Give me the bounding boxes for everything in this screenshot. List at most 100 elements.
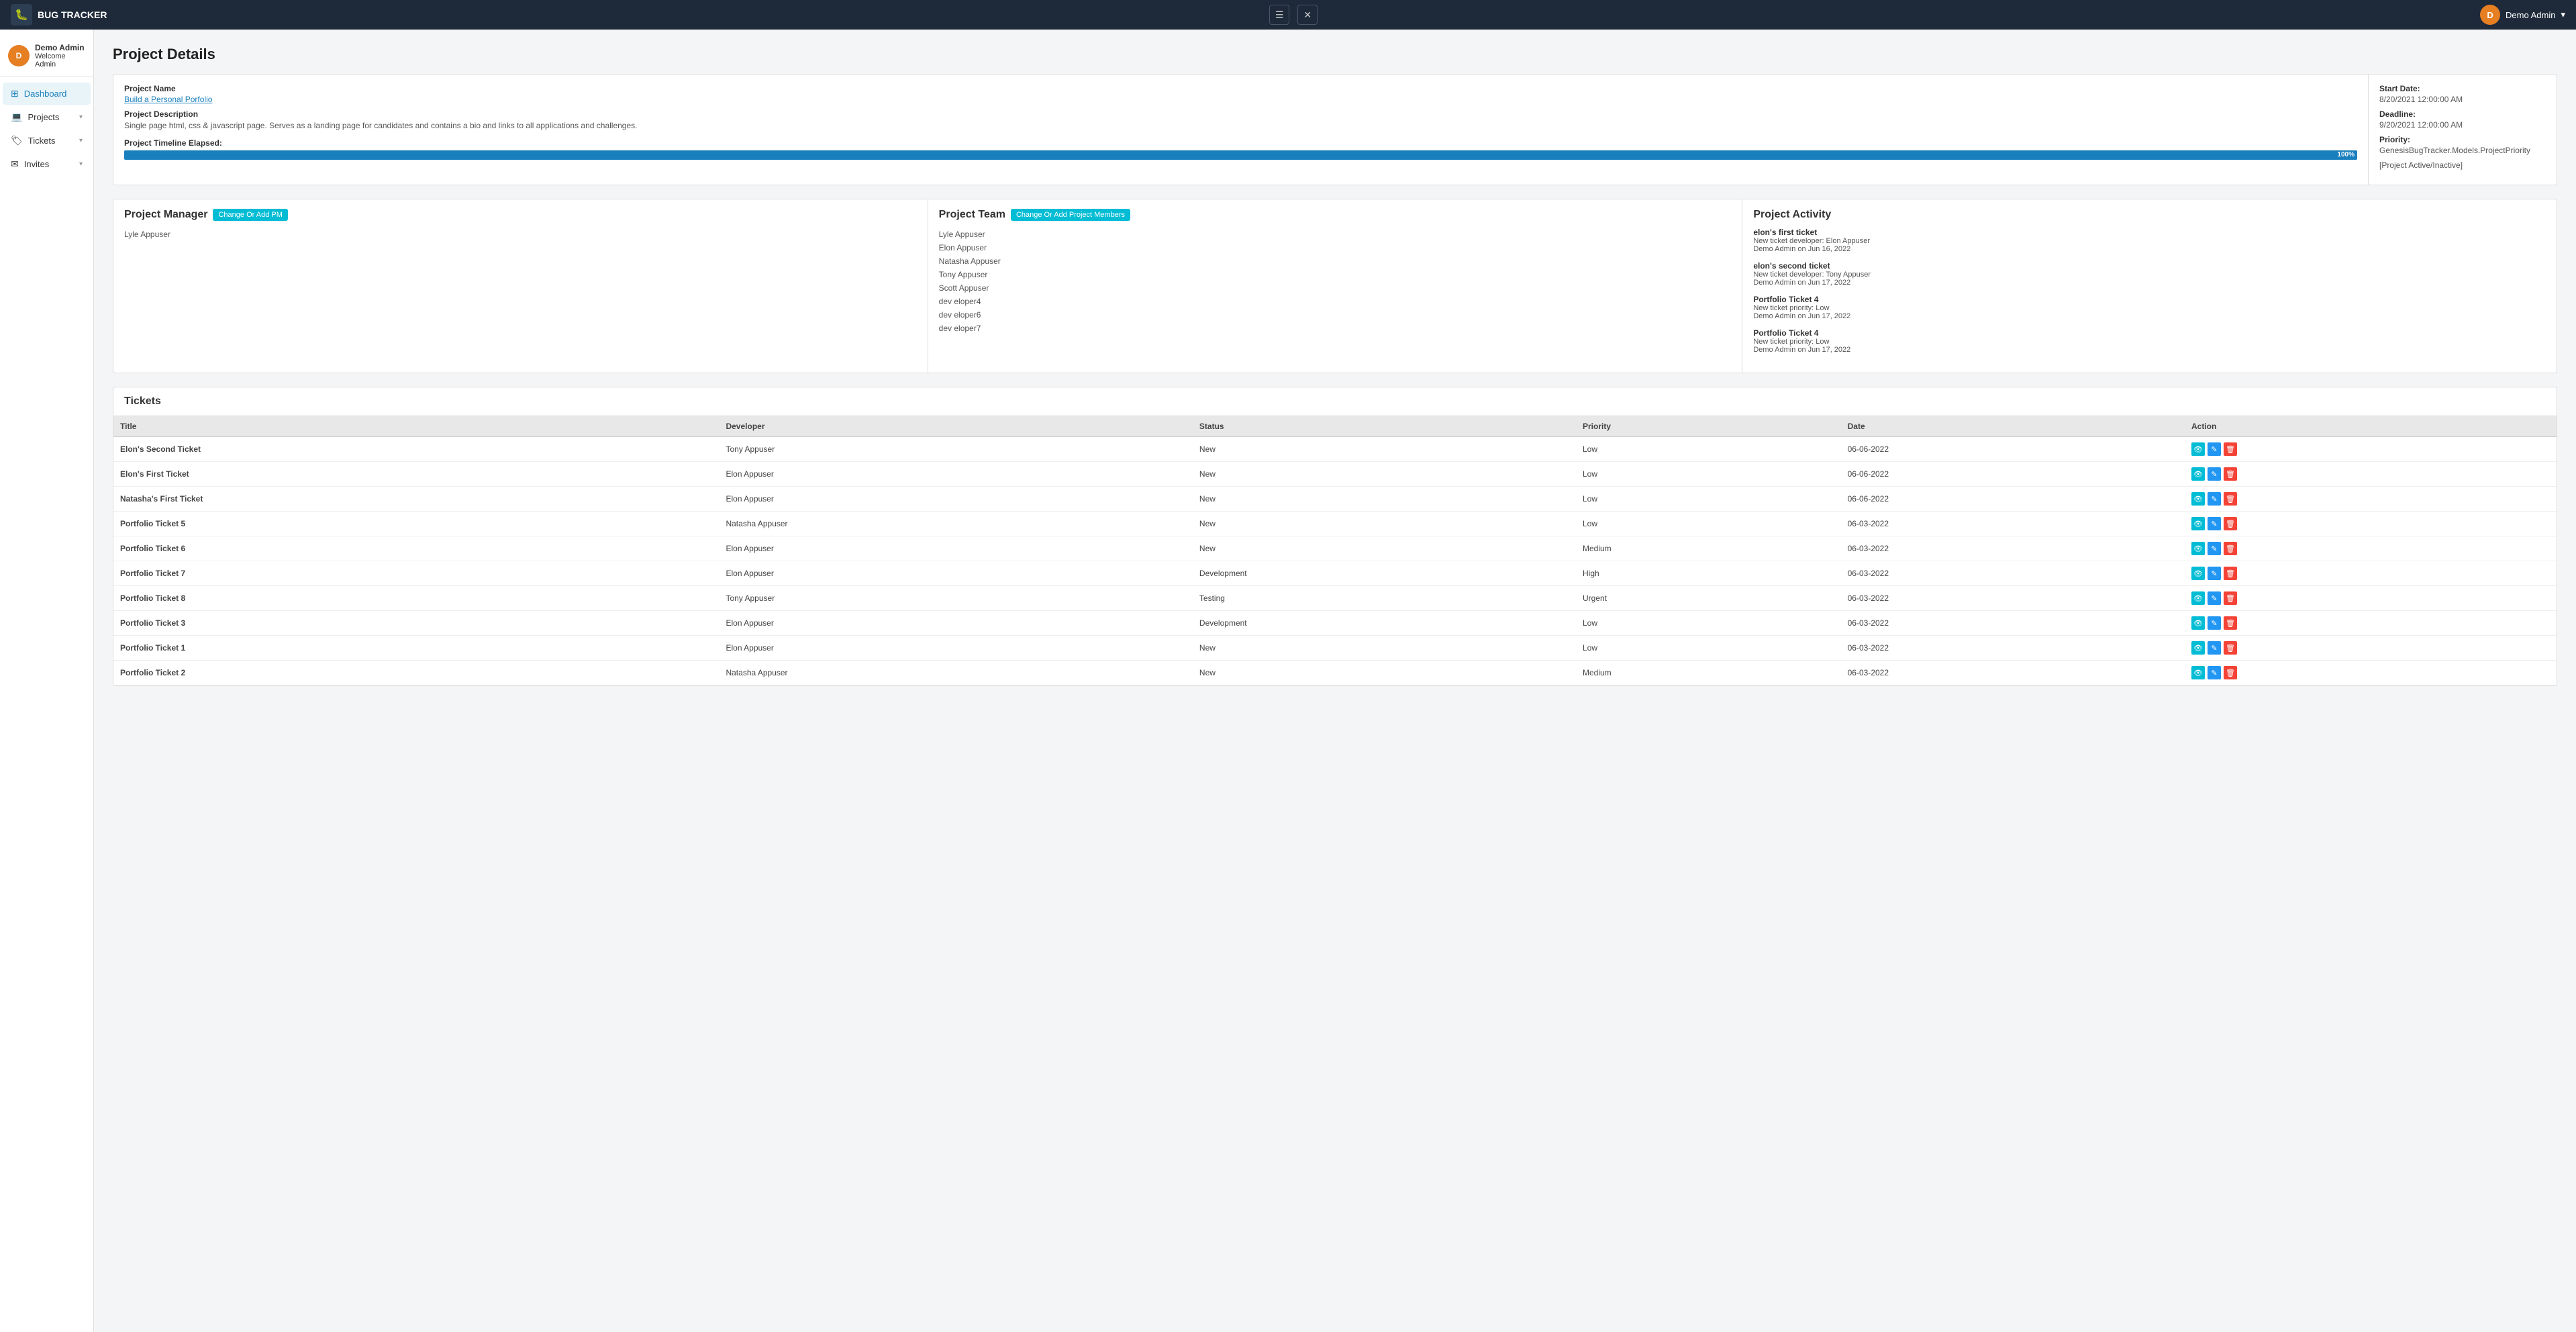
change-add-members-button[interactable]: Change Or Add Project Members	[1011, 209, 1130, 221]
edit-icon[interactable]: ✎	[2208, 591, 2221, 605]
timeline-label: Project Timeline Elapsed:	[124, 138, 2357, 148]
project-details-left: Project Name Build a Personal Porfolio P…	[113, 75, 2369, 185]
edit-icon[interactable]: ✎	[2208, 641, 2221, 655]
close-button[interactable]: ✕	[1297, 5, 1318, 25]
ticket-date: 06-06-2022	[1841, 462, 2185, 487]
sidebar-label-tickets: Tickets	[28, 136, 56, 146]
project-activity-panel: Project Activity elon's first ticketNew …	[1742, 199, 2557, 373]
projects-chevron: ▾	[79, 113, 83, 121]
top-nav-center: ☰ ✕	[1269, 5, 1318, 25]
col-date: Date	[1841, 416, 2185, 437]
top-nav: 🐛 BUG TRACKER ☰ ✕ D Demo Admin ▾	[0, 0, 2576, 30]
ticket-status: Testing	[1193, 586, 1576, 611]
ticket-date: 06-06-2022	[1841, 487, 2185, 512]
ticket-developer: Natasha Appuser	[719, 512, 1192, 536]
view-icon[interactable]: 👁	[2191, 567, 2205, 580]
ticket-actions: 👁 ✎ 🗑	[2185, 586, 2557, 611]
ticket-actions: 👁 ✎ 🗑	[2185, 661, 2557, 685]
project-desc-label: Project Description	[124, 109, 2357, 119]
tickets-chevron: ▾	[79, 137, 83, 144]
col-action: Action	[2185, 416, 2557, 437]
start-date-label: Start Date:	[2379, 84, 2546, 93]
ticket-status: New	[1193, 487, 1576, 512]
ticket-date: 06-03-2022	[1841, 586, 2185, 611]
ticket-developer: Elon Appuser	[719, 611, 1192, 636]
user-menu[interactable]: D Demo Admin ▾	[2480, 5, 2565, 25]
sidebar-profile-name: Demo Admin	[35, 43, 85, 52]
col-priority: Priority	[1576, 416, 1841, 437]
project-name-label: Project Name	[124, 84, 2357, 93]
three-col-section: Project Manager Change Or Add PM Lyle Ap…	[113, 199, 2557, 373]
edit-icon[interactable]: ✎	[2208, 442, 2221, 456]
view-icon[interactable]: 👁	[2191, 542, 2205, 555]
delete-icon[interactable]: 🗑	[2224, 492, 2237, 506]
view-icon[interactable]: 👁	[2191, 641, 2205, 655]
ticket-date: 06-03-2022	[1841, 536, 2185, 561]
change-add-pm-button[interactable]: Change Or Add PM	[213, 209, 287, 221]
edit-icon[interactable]: ✎	[2208, 492, 2221, 506]
ticket-actions: 👁 ✎ 🗑	[2185, 487, 2557, 512]
delete-icon[interactable]: 🗑	[2224, 591, 2237, 605]
edit-icon[interactable]: ✎	[2208, 542, 2221, 555]
delete-icon[interactable]: 🗑	[2224, 517, 2237, 530]
tickets-table-head: Title Developer Status Priority Date Act…	[113, 416, 2557, 437]
ticket-status: New	[1193, 437, 1576, 462]
ticket-actions: 👁 ✎ 🗑	[2185, 561, 2557, 586]
ticket-title: Portfolio Ticket 6	[113, 536, 719, 561]
view-icon[interactable]: 👁	[2191, 616, 2205, 630]
sidebar-item-tickets[interactable]: 🏷 Tickets ▾	[3, 130, 91, 152]
progress-bar-container: 100%	[124, 150, 2357, 160]
tickets-section-header: Tickets	[113, 387, 2557, 416]
project-name-value[interactable]: Build a Personal Porfolio	[124, 95, 2357, 104]
view-icon[interactable]: 👁	[2191, 492, 2205, 506]
delete-icon[interactable]: 🗑	[2224, 567, 2237, 580]
brand-name: BUG TRACKER	[38, 9, 107, 20]
table-row: Portfolio Ticket 1 Elon Appuser New Low …	[113, 636, 2557, 661]
sidebar-label-dashboard: Dashboard	[24, 89, 67, 99]
sidebar-profile-info: Demo Admin Welcome Admin	[35, 43, 85, 68]
ticket-status: New	[1193, 512, 1576, 536]
sidebar-item-dashboard[interactable]: ⊞ Dashboard	[3, 83, 91, 105]
ticket-actions: 👁 ✎ 🗑	[2185, 611, 2557, 636]
view-icon[interactable]: 👁	[2191, 517, 2205, 530]
ticket-actions: 👁 ✎ 🗑	[2185, 462, 2557, 487]
ticket-priority: Low	[1576, 512, 1841, 536]
view-icon[interactable]: 👁	[2191, 591, 2205, 605]
activity-scroll[interactable]: elon's first ticketNew ticket developer:…	[1753, 228, 2546, 362]
delete-icon[interactable]: 🗑	[2224, 641, 2237, 655]
ticket-date: 06-03-2022	[1841, 561, 2185, 586]
ticket-priority: Medium	[1576, 661, 1841, 685]
layout: D Demo Admin Welcome Admin ⊞ Dashboard 💻…	[0, 30, 2576, 1332]
view-icon[interactable]: 👁	[2191, 666, 2205, 679]
ticket-priority: Medium	[1576, 536, 1841, 561]
delete-icon[interactable]: 🗑	[2224, 542, 2237, 555]
view-icon[interactable]: 👁	[2191, 442, 2205, 456]
deadline-value: 9/20/2021 12:00:00 AM	[2379, 120, 2546, 130]
edit-icon[interactable]: ✎	[2208, 567, 2221, 580]
hamburger-button[interactable]: ☰	[1269, 5, 1289, 25]
progress-bar-text: 100%	[2337, 151, 2355, 158]
delete-icon[interactable]: 🗑	[2224, 467, 2237, 481]
ticket-title: Elon's First Ticket	[113, 462, 719, 487]
sidebar-item-projects[interactable]: 💻 Projects ▾	[3, 106, 91, 128]
user-name: Demo Admin	[2506, 10, 2555, 20]
edit-icon[interactable]: ✎	[2208, 517, 2221, 530]
col-title: Title	[113, 416, 719, 437]
project-manager-name: Lyle Appuser	[124, 228, 917, 241]
project-manager-title: Project Manager Change Or Add PM	[124, 209, 917, 221]
view-icon[interactable]: 👁	[2191, 467, 2205, 481]
priority-label: Priority:	[2379, 135, 2546, 144]
ticket-status: New	[1193, 636, 1576, 661]
table-row: Portfolio Ticket 6 Elon Appuser New Medi…	[113, 536, 2557, 561]
edit-icon[interactable]: ✎	[2208, 666, 2221, 679]
edit-icon[interactable]: ✎	[2208, 467, 2221, 481]
team-member: dev eloper4	[939, 295, 1732, 308]
delete-icon[interactable]: 🗑	[2224, 442, 2237, 456]
delete-icon[interactable]: 🗑	[2224, 666, 2237, 679]
table-row: Elon's Second Ticket Tony Appuser New Lo…	[113, 437, 2557, 462]
invites-chevron: ▾	[79, 160, 83, 168]
edit-icon[interactable]: ✎	[2208, 616, 2221, 630]
sidebar-item-invites[interactable]: ✉ Invites ▾	[3, 153, 91, 175]
ticket-priority: Low	[1576, 611, 1841, 636]
delete-icon[interactable]: 🗑	[2224, 616, 2237, 630]
